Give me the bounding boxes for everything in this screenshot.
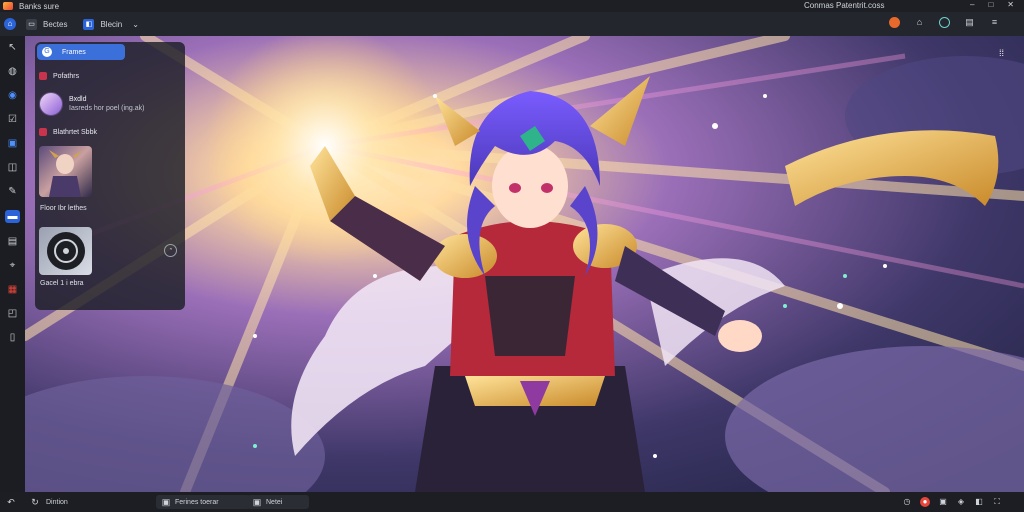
minimize-icon[interactable]: – [970,0,974,9]
split-icon[interactable]: ◧ [974,497,984,507]
home-button[interactable]: ⌂ [4,18,16,30]
section-header-2: Blathrtet Sbbk [39,128,97,136]
app-logo-icon [3,2,13,10]
tab-blecin[interactable]: ◧ Blecin ⌄ [77,16,145,32]
frames-label: Frames [62,48,86,56]
grid-icon[interactable]: ◍ [6,66,19,77]
firefox-icon[interactable] [889,17,900,28]
globe-icon[interactable] [939,17,950,28]
menu-icon[interactable]: ≡ [989,17,1000,28]
doc-icon[interactable]: ▯ [6,332,19,343]
profile-entry[interactable]: Bxdld Iasreds hor poel (ing.ak) [39,92,144,116]
window-icon: ▣ [161,497,171,507]
save-icon[interactable]: ▣ [938,497,948,507]
refresh-icon[interactable]: ↻ [30,497,40,507]
thumbnail-caption: Floor Ibr lethes [40,205,87,212]
left-tool-rail: ↖ ◍ ◉ ☑ ▣ ◫ ✎ ▬ ▤ ⌖ ▦ ◰ ▯ [0,36,25,498]
section-title: Pofathrs [53,72,80,80]
thumbnail-caption: Gacel 1 i ebra [40,280,84,287]
window-icon: ▣ [252,497,262,507]
list-icon[interactable]: ▤ [6,236,19,247]
section-icon [39,72,47,80]
image-icon[interactable]: ▣ [6,138,19,149]
panel-option-icon[interactable]: ◔ [164,244,177,257]
status-bar: ↶ ↻ Dintion ▣ Ferines toerar ▣ Netei ◷ ●… [0,492,1024,512]
globe-icon[interactable]: ◉ [6,90,19,101]
status-box-2[interactable]: ▣ Netei [247,495,309,509]
pin-icon[interactable]: ⌖ [6,260,19,271]
tab-label: Blecin [100,19,123,29]
chevron-down-icon[interactable]: ⌄ [132,20,139,29]
profile-name: Bxdld [69,96,87,103]
bag-icon[interactable]: ◰ [6,308,19,319]
camera-icon[interactable]: ◫ [6,162,19,173]
blue-tab-icon: ◧ [83,18,95,30]
tab-bectes[interactable]: ▭ Bectes [20,16,73,32]
checkbox-icon[interactable]: ☑ [6,114,19,125]
document-title: Conmas Patentrit.coss [804,1,885,10]
app-name: Banks sure [19,1,60,11]
profile-subtitle: Iasreds hor poel (ing.ak) [69,105,145,112]
toolbar-right-icons: ⌂ ▤ ≡ [889,17,1000,28]
status-box-label: Ferines toerar [175,498,219,506]
section-title: Blathrtet Sbbk [53,128,97,136]
more-options-icon[interactable]: ⁞⁞ [999,48,1004,58]
title-bar: Banks sure Conmas Patentrit.coss – □ ✕ [0,0,1024,12]
frames-button[interactable]: G Frames [37,44,125,60]
character-thumbnail-image [49,150,83,197]
close-icon[interactable]: ✕ [1007,0,1014,9]
cursor-icon[interactable]: ↖ [6,42,19,53]
notes-icon[interactable]: ▤ [964,17,975,28]
section-header-1: Pofathrs [39,72,79,80]
record-icon[interactable]: ● [920,497,930,507]
tab-bar: ⌂ ▭ Bectes ◧ Blecin ⌄ ⌂ ▤ ≡ [0,12,1024,36]
avatar [39,92,63,116]
pen-icon[interactable]: ✎ [6,186,19,197]
section-icon [39,128,47,136]
device-thumbnail[interactable] [39,227,92,275]
chat-icon[interactable]: ▬ [5,210,20,223]
home-icon[interactable]: ⌂ [914,17,925,28]
share-icon[interactable]: ◈ [956,497,966,507]
window-controls: – □ ✕ [970,0,1014,9]
status-label: Dintion [46,498,68,506]
status-box-label: Netei [266,498,283,506]
tab-label: Bectes [43,19,68,29]
status-box-1[interactable]: ▣ Ferines toerar [156,495,250,509]
character-thumbnail[interactable] [39,146,92,197]
browser-tab-icon: ▭ [26,18,37,30]
fullscreen-icon[interactable]: ⛶ [992,497,1002,507]
device-thumbnail-image [47,232,85,270]
restore-icon[interactable]: □ [988,0,993,9]
clock-icon[interactable]: ◷ [902,497,912,507]
side-panel: G Frames Pofathrs Bxdld Iasreds hor poel… [35,42,185,310]
back-icon[interactable]: ↶ [6,497,16,507]
status-right-icons: ◷ ● ▣ ◈ ◧ ⛶ [902,497,1002,507]
frames-icon: G [42,47,52,57]
alert-icon[interactable]: ▦ [6,284,19,295]
